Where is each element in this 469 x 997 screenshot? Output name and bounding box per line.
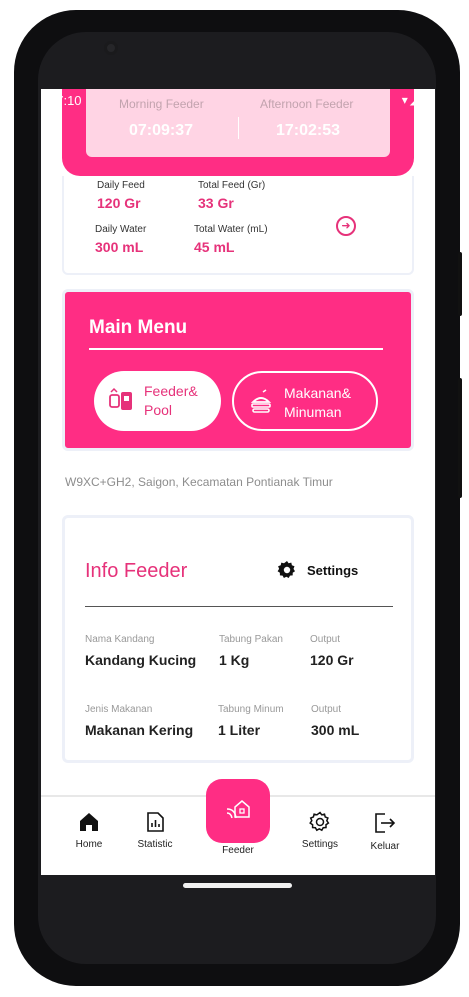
- info-feeder-title: Info Feeder: [85, 560, 188, 582]
- arrow-right-circle-icon[interactable]: ➜: [336, 216, 356, 236]
- field-label-tabung-minum: Tabung Minum: [218, 704, 284, 715]
- field-label-output-feed: Output: [310, 634, 341, 645]
- app-screen: Morning Feeder 07:09:37 Afternoon Feeder…: [41, 89, 435, 875]
- morning-feeder-time: 07:09:37: [129, 122, 194, 139]
- total-feed-value: 33 Gr: [198, 195, 234, 211]
- feeder-pool-button[interactable]: Feeder& Pool: [94, 371, 221, 431]
- front-camera: [104, 41, 118, 55]
- main-menu-card: Main Menu Feeder& Pool Makanan& Minuman: [62, 289, 414, 451]
- nav-statistic[interactable]: Statistic: [125, 811, 185, 850]
- field-label-output-water: Output: [311, 704, 342, 715]
- makanan-minuman-button[interactable]: Makanan& Minuman: [232, 371, 378, 431]
- main-menu-divider: [89, 348, 383, 350]
- afternoon-feeder-time: 17:02:53: [276, 122, 341, 139]
- makanan-minuman-label-line1: Makanan&: [284, 385, 351, 401]
- field-value-tabung-minum: 1 Liter: [218, 722, 261, 738]
- statistic-icon: [147, 812, 164, 832]
- status-time: 17:10: [49, 93, 82, 108]
- nav-keluar-label: Keluar: [370, 841, 400, 852]
- food-drink-icon: [250, 389, 272, 413]
- makanan-minuman-label-line2: Minuman: [284, 404, 342, 420]
- signal-battery-icon: ▾◢: [401, 93, 421, 107]
- feeder-pool-label-line1: Feeder&: [144, 383, 198, 399]
- main-menu-title: Main Menu: [89, 317, 188, 338]
- times-divider: [238, 117, 239, 139]
- location-address: W9XC+GH2, Saigon, Kecamatan Pontianak Ti…: [65, 475, 333, 489]
- daily-feed-value: 120 Gr: [97, 195, 141, 211]
- makanan-minuman-label: Makanan& Minuman: [284, 384, 374, 422]
- nav-keluar[interactable]: Keluar: [355, 811, 415, 852]
- nav-statistic-label: Statistic: [137, 839, 173, 850]
- nav-home[interactable]: Home: [59, 811, 119, 850]
- field-label-jenis-makanan: Jenis Makanan: [85, 704, 153, 715]
- home-indicator: [183, 883, 292, 888]
- nav-feeder-label: Feeder: [222, 845, 254, 856]
- field-label-nama-kandang: Nama Kandang: [85, 634, 155, 645]
- info-feeder-card: Info Feeder Settings Nama Kandang Kandan…: [62, 515, 414, 763]
- bottom-navigation: Home Statistic Feeder Settings Keluar: [41, 779, 435, 875]
- nav-settings-label: Settings: [301, 839, 339, 850]
- field-value-output-feed: 120 Gr: [310, 652, 354, 668]
- nav-feeder-button[interactable]: [206, 779, 270, 843]
- field-value-output-water: 300 mL: [311, 722, 360, 738]
- daily-feed-label: Daily Feed: [97, 180, 145, 191]
- feeder-pool-label-line2: Pool: [144, 402, 173, 418]
- nav-home-label: Home: [75, 839, 103, 850]
- volume-button: [458, 252, 462, 316]
- total-feed-label: Total Feed (Gr): [198, 180, 266, 191]
- home-icon: [80, 813, 98, 831]
- feeder-pool-icon: [109, 387, 132, 410]
- smart-home-icon: [226, 800, 250, 819]
- daily-water-value: 300 mL: [95, 239, 144, 255]
- info-feeder-divider: [85, 606, 393, 607]
- feeder-pool-label: Feeder& Pool: [144, 382, 234, 420]
- total-water-value: 45 mL: [194, 239, 235, 255]
- daily-water-label: Daily Water: [95, 224, 147, 235]
- power-button: [458, 378, 462, 498]
- stats-card: Daily Feed 120 Gr Total Feed (Gr) 33 Gr …: [62, 176, 414, 275]
- field-label-tabung-pakan: Tabung Pakan: [219, 634, 283, 645]
- nav-settings[interactable]: Settings: [290, 811, 350, 850]
- total-water-label: Total Water (mL): [194, 224, 268, 235]
- gear-icon: [277, 561, 295, 578]
- field-value-tabung-pakan: 1 Kg: [219, 652, 250, 668]
- status-bar: 17:10 ▾◢: [41, 89, 435, 111]
- field-value-nama-kandang: Kandang Kucing: [85, 652, 197, 668]
- info-settings-label: Settings: [307, 563, 359, 578]
- logout-icon: [375, 813, 396, 833]
- field-value-jenis-makanan: Makanan Kering: [85, 722, 194, 738]
- settings-gear-icon: [309, 811, 330, 832]
